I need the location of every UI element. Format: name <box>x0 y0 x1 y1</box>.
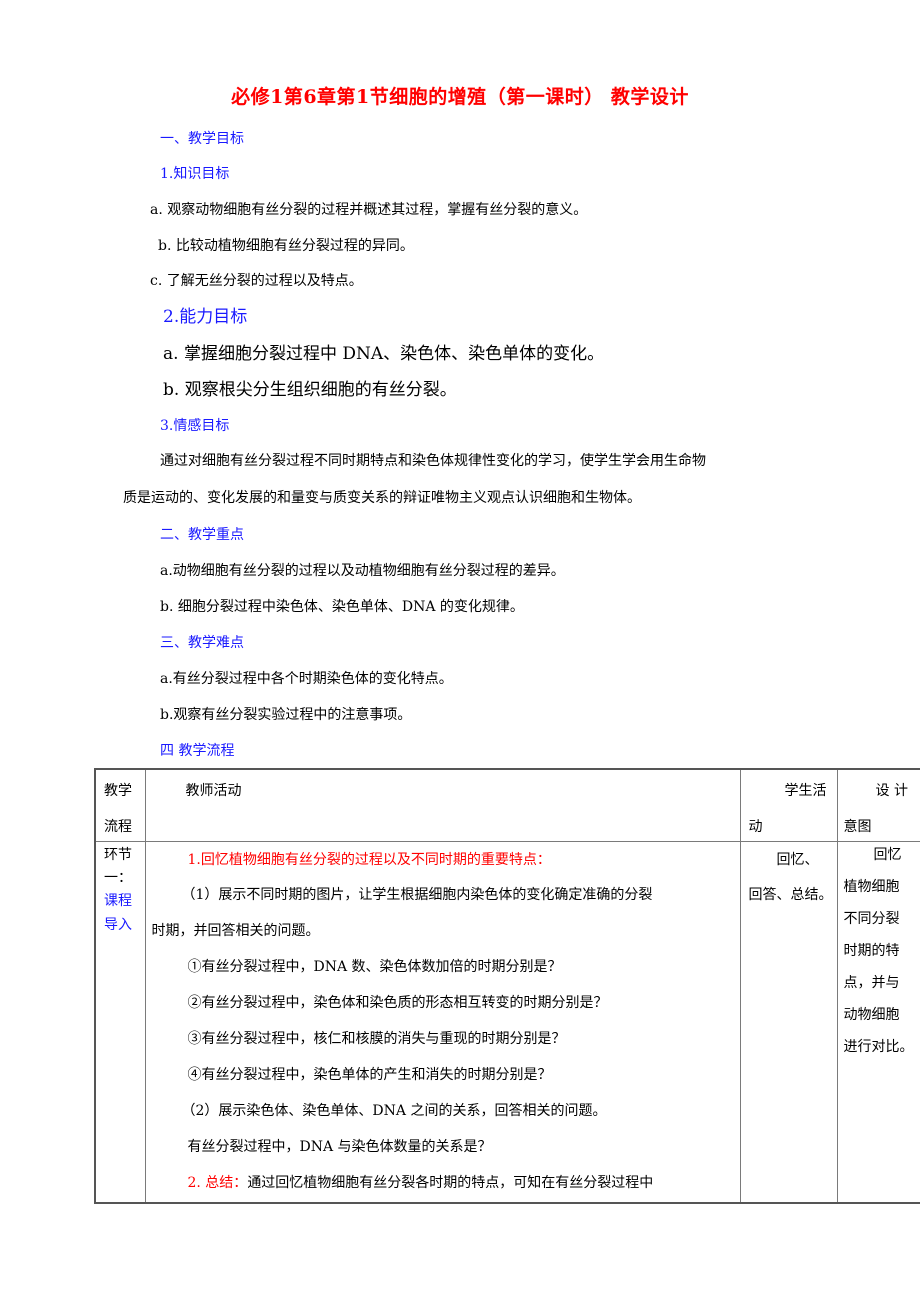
header-stage-line1: 教学 <box>104 783 132 799</box>
subheading-emotion: 3.情感目标 <box>160 418 230 434</box>
header-teacher-activity-label: 教师活动 <box>185 783 242 799</box>
knowledge-item-c: c. 了解无丝分裂的过程以及特点。 <box>150 273 363 289</box>
header-teacher-activity: 教师活动 <box>144 768 741 842</box>
section-heading-flow: 四 教学流程 <box>160 743 235 759</box>
header-stage: 教学 流程 <box>94 768 146 842</box>
teacher-point1: 1.回忆植物细胞有丝分裂的过程以及不同时期的重要特点： <box>187 851 551 868</box>
teacher-summary-text: 通过回忆植物细胞有丝分裂各时期的特点，可知在有丝分裂过程中 <box>247 1174 654 1191</box>
student-activity-line1: 回忆、 <box>776 851 819 868</box>
intent-line3: 不同分裂 <box>843 910 900 927</box>
teacher-question-3: ③有丝分裂过程中，核仁和核膜的消失与重现的时期分别是？ <box>187 1030 566 1047</box>
emotion-paragraph-line1: 通过对细胞有丝分裂过程不同时期特点和染色体规律性变化的学习，使学生学会用生命物 <box>160 453 706 469</box>
teacher-sub2: （2）展示染色体、染色单体、DNA 之间的关系，回答相关的问题。 <box>181 1102 607 1119</box>
header-design-intent-line2: 意图 <box>843 819 872 835</box>
intent-line7: 进行对比。 <box>843 1038 914 1055</box>
section-heading-objectives: 一、教学目标 <box>160 131 244 147</box>
teacher-sub1-line2: 时期，并回答相关的问题。 <box>151 922 320 939</box>
teacher-sub1-line1: （1）展示不同时期的图片，让学生根据细胞内染色体的变化确定准确的分裂 <box>181 886 653 903</box>
table-header-row: 教学 流程 教师活动 学生活 动 设 计 意图 <box>94 768 920 842</box>
subheading-ability: 2.能力目标 <box>163 307 248 327</box>
header-stage-line2: 流程 <box>104 819 132 835</box>
intent-line5: 点，并与 <box>843 974 900 991</box>
ability-item-a: a. 掌握细胞分裂过程中 DNA、染色体、染色单体的变化。 <box>163 344 605 364</box>
key-point-a: a.动物细胞有丝分裂的过程以及动植物细胞有丝分裂过程的差异。 <box>160 563 565 579</box>
teacher-summary-label: 2. 总结： <box>187 1174 248 1191</box>
design-intent-cell: 回忆 植物细胞 不同分裂 时期的特 点，并与 动物细胞 进行对比。 <box>836 840 920 1204</box>
student-activity-cell: 回忆、 回答、总结。 <box>739 840 838 1204</box>
ability-item-b: b. 观察根尖分生组织细胞的有丝分裂。 <box>163 380 457 400</box>
page-title: 必修1第6章第1节细胞的增殖（第一课时） 教学设计 <box>231 86 689 108</box>
teacher-activity-cell: 1.回忆植物细胞有丝分裂的过程以及不同时期的重要特点： （1）展示不同时期的图片… <box>144 840 741 1204</box>
teacher-summary: 2. 总结：通过回忆植物细胞有丝分裂各时期的特点，可知在有丝分裂过程中 <box>188 1174 654 1192</box>
intent-line1: 回忆 <box>873 846 902 863</box>
teacher-question-4: ④有丝分裂过程中，染色单体的产生和消失的时期分别是？ <box>187 1066 552 1083</box>
teacher-question-2: ②有丝分裂过程中，染色体和染色质的形态相互转变的时期分别是？ <box>187 994 608 1011</box>
emotion-paragraph-line2: 质是运动的、变化发展的和量变与质变关系的辩证唯物主义观点认识细胞和生物体。 <box>123 490 641 506</box>
key-point-b: b. 细胞分裂过程中染色体、染色单体、DNA 的变化规律。 <box>160 599 524 615</box>
header-design-intent: 设 计 意图 <box>836 768 920 842</box>
teaching-flow-table: 教学 流程 教师活动 学生活 动 设 计 意图 环节 一： 课程 导入 1.回忆… <box>94 768 920 1204</box>
difficulty-b: b.观察有丝分裂实验过程中的注意事项。 <box>160 707 412 723</box>
table-row: 环节 一： 课程 导入 1.回忆植物细胞有丝分裂的过程以及不同时期的重要特点： … <box>94 840 920 1204</box>
knowledge-item-b: b. 比较动植物细胞有丝分裂过程的异同。 <box>158 238 414 254</box>
difficulty-a: a.有丝分裂过程中各个时期染色体的变化特点。 <box>160 671 453 687</box>
header-student-activity-line1: 学生活 <box>784 783 827 799</box>
section-heading-key-points: 二、教学重点 <box>160 527 244 543</box>
student-activity-line2: 回答、总结。 <box>748 886 833 903</box>
intent-line2: 植物细胞 <box>843 878 900 895</box>
subheading-knowledge: 1.知识目标 <box>160 166 230 182</box>
knowledge-item-a: a. 观察动物细胞有丝分裂的过程并概述其过程，掌握有丝分裂的意义。 <box>150 202 588 218</box>
section-heading-difficulties: 三、教学难点 <box>160 635 244 651</box>
stage-line1: 环节 <box>104 846 132 863</box>
teacher-question-5: 有丝分裂过程中，DNA 与染色体数量的关系是？ <box>187 1138 492 1155</box>
header-student-activity: 学生活 动 <box>739 768 838 842</box>
teacher-question-1: ①有丝分裂过程中，DNA 数、染色体数加倍的时期分别是？ <box>187 958 562 975</box>
stage-line2: 一： <box>104 869 132 886</box>
stage-cell: 环节 一： 课程 导入 <box>94 840 146 1204</box>
header-student-activity-line2: 动 <box>748 819 763 835</box>
stage-line3: 课程 <box>104 892 132 909</box>
intent-line4: 时期的特 <box>843 942 900 959</box>
header-design-intent-line1: 设 计 <box>875 783 908 799</box>
stage-line4: 导入 <box>104 916 132 933</box>
intent-line6: 动物细胞 <box>843 1006 900 1023</box>
